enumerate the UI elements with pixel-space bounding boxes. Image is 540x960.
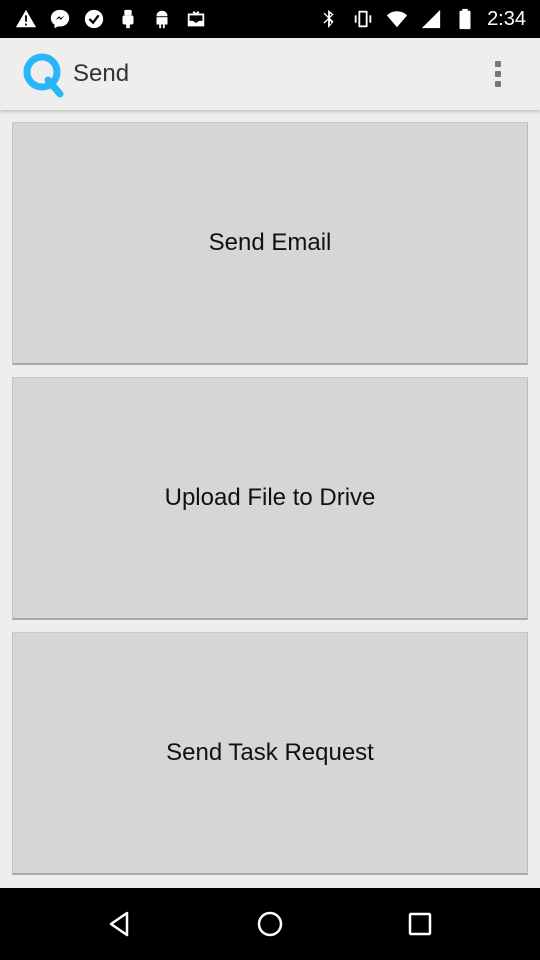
wifi-icon (385, 7, 409, 31)
navigation-bar (0, 888, 540, 960)
send-email-label: Send Email (208, 229, 332, 256)
vibrate-icon (351, 7, 375, 31)
android-icon (150, 7, 174, 31)
more-vert-icon[interactable] (486, 58, 510, 90)
send-task-request-button[interactable]: Send Task Request (12, 632, 528, 875)
inbox-icon (184, 7, 208, 31)
upload-file-label: Upload File to Drive (164, 484, 376, 511)
app-bar: Send (0, 38, 540, 110)
usb-icon (116, 7, 140, 31)
page-title: Send (73, 60, 130, 87)
warning-icon (14, 7, 38, 31)
status-clock: 2:34 (487, 7, 526, 30)
signal-icon (419, 7, 443, 31)
app-logo (22, 50, 64, 98)
send-task-request-label: Send Task Request (166, 739, 374, 766)
bluetooth-icon (317, 7, 341, 31)
recents-icon[interactable] (400, 904, 440, 944)
notification-icons (14, 0, 208, 38)
home-icon[interactable] (250, 904, 290, 944)
battery-icon (453, 7, 477, 31)
back-icon[interactable] (100, 904, 140, 944)
main-content: Send Email Upload File to Drive Send Tas… (0, 110, 540, 888)
send-email-button[interactable]: Send Email (12, 122, 528, 365)
checkmark-icon (82, 7, 106, 31)
system-icons: 2:34 (317, 0, 526, 38)
messenger-icon (48, 7, 72, 31)
status-bar: 2:34 (0, 0, 540, 38)
upload-file-to-drive-button[interactable]: Upload File to Drive (12, 377, 528, 620)
